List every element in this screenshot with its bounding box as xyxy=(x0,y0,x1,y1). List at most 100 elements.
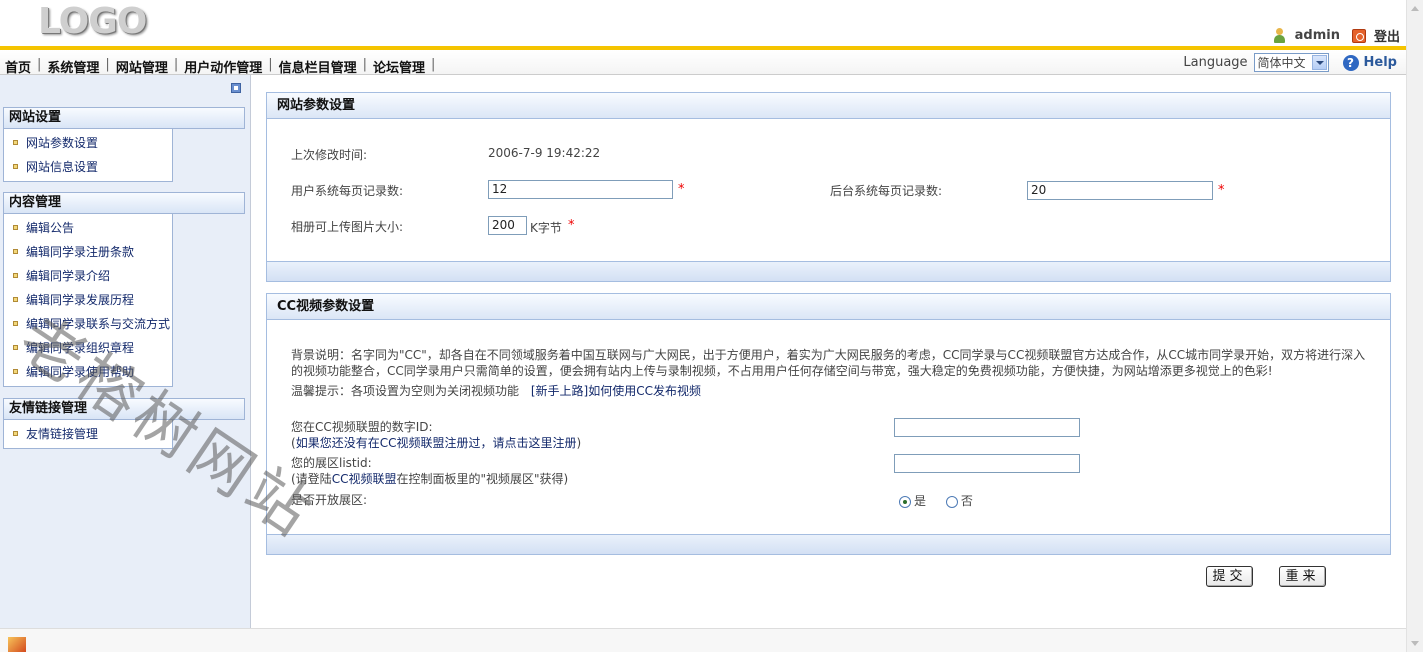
account-label-block: 您在CC视频联盟的数字ID: (如果您还没有在CC视频联盟注册过，请点击这里注册… xyxy=(291,419,581,451)
bullet-icon xyxy=(13,431,18,436)
main-content: 网站参数设置 上次修改时间: 2006-7-9 19:42:22 用户系统每页记… xyxy=(252,75,1406,628)
listid-input[interactable] xyxy=(894,454,1080,473)
bullet-icon xyxy=(13,369,18,374)
submit-button[interactable]: 提交 xyxy=(1206,566,1253,587)
collapse-sidebar-icon[interactable] xyxy=(231,83,241,93)
user-icon xyxy=(1273,28,1285,43)
album-size-unit: K字节 xyxy=(530,221,562,235)
sidebar-item-charter[interactable]: 编辑同学录组织章程 xyxy=(4,336,172,360)
cc-union-link[interactable]: CC视频联盟 xyxy=(332,472,397,486)
user-area: admin 登出 xyxy=(1273,26,1400,45)
album-size-label: 相册可上传图片大小: xyxy=(291,220,404,234)
sidebar-item-friend-links[interactable]: 友情链接管理 xyxy=(4,422,172,446)
required-mark: * xyxy=(1218,183,1225,198)
radio-yes[interactable] xyxy=(899,495,911,508)
language-select[interactable]: 简体中文 xyxy=(1253,53,1329,72)
language-label: Language xyxy=(1183,55,1248,70)
cc-account-input[interactable] xyxy=(894,418,1080,437)
album-size-input[interactable]: 200 xyxy=(488,216,527,235)
panel-footer xyxy=(267,261,1390,281)
sidebar-list: 网站参数设置 网站信息设置 xyxy=(3,129,173,182)
open-area-label: 是否开放展区: xyxy=(291,493,368,507)
admin-page-records-input[interactable]: 20 xyxy=(1027,181,1213,200)
open-area-radios: 是 否 xyxy=(899,492,973,509)
account-hint: (如果您还没有在CC视频联盟注册过，请点击这里注册) xyxy=(291,436,582,450)
nav-site[interactable]: 网站管理 xyxy=(111,57,173,76)
vertical-scrollbar[interactable] xyxy=(1406,0,1423,652)
logout-icon[interactable] xyxy=(1351,28,1366,43)
listid-label: 您的展区listid: xyxy=(291,456,372,470)
nav-system[interactable]: 系统管理 xyxy=(42,57,104,76)
logo: LOGO xyxy=(38,1,147,42)
sidebar-item-announcement[interactable]: 编辑公告 xyxy=(4,216,172,240)
bullet-icon xyxy=(13,273,18,278)
required-mark: * xyxy=(568,218,575,233)
sidebar-group-title[interactable]: 内容管理 xyxy=(3,192,245,214)
radio-no[interactable] xyxy=(945,495,958,508)
scroll-up-icon[interactable] xyxy=(1411,6,1419,11)
user-page-records-input[interactable]: 12 xyxy=(488,180,673,199)
sidebar-group-links: 友情链接管理 友情链接管理 xyxy=(3,398,245,449)
sidebar-item-history[interactable]: 编辑同学录发展历程 xyxy=(4,288,172,312)
sidebar-list: 友情链接管理 xyxy=(3,420,173,449)
bullet-icon xyxy=(13,225,18,230)
bullet-icon xyxy=(13,345,18,350)
sidebar-item-help[interactable]: 编辑同学录使用帮助 xyxy=(4,360,172,384)
sidebar-item-site-params[interactable]: 网站参数设置 xyxy=(4,131,172,155)
admin-page-records-label: 后台系统每页记录数: xyxy=(830,184,943,198)
panel-title: 网站参数设置 xyxy=(267,93,1390,119)
header: LOGO admin 登出 xyxy=(0,0,1406,46)
cc-video-panel: CC视频参数设置 背景说明：名字同为"CC"，却各自在不同领域服务着中国互联网与… xyxy=(266,293,1391,555)
nav-separator: | xyxy=(431,57,436,72)
sidebar-item-contact[interactable]: 编辑同学录联系与交流方式 xyxy=(4,312,172,336)
listid-label-block: 您的展区listid: (请登陆CC视频联盟在控制面板里的"视频展区"获得) xyxy=(291,455,568,487)
reset-button[interactable]: 重来 xyxy=(1279,566,1326,587)
account-label: 您在CC视频联盟的数字ID: xyxy=(291,420,433,434)
tip-link[interactable]: [新手上路]如何使用CC发布视频 xyxy=(531,384,701,398)
listid-hint: (请登陆CC视频联盟在控制面板里的"视频展区"获得) xyxy=(291,472,569,486)
help-link[interactable]: Help xyxy=(1364,55,1397,70)
radio-yes-label: 是 xyxy=(914,494,927,508)
sidebar-item-register-terms[interactable]: 编辑同学录注册条款 xyxy=(4,240,172,264)
logout-link[interactable]: 登出 xyxy=(1374,26,1400,45)
status-bar xyxy=(0,628,1406,652)
required-mark: * xyxy=(678,182,685,197)
sidebar-group-title[interactable]: 友情链接管理 xyxy=(3,398,245,420)
app-window: LOGO admin 登出 首页 | 系统管理 | 网站管理 | 用户动作管理 … xyxy=(0,0,1423,652)
nav-info-columns[interactable]: 信息栏目管理 xyxy=(274,57,362,76)
bullet-icon xyxy=(13,321,18,326)
panel-title: CC视频参数设置 xyxy=(267,294,1390,320)
language-area: Language 简体中文 ? Help xyxy=(1183,53,1397,72)
user-page-records-label: 用户系统每页记录数: xyxy=(291,184,404,198)
last-modified-value: 2006-7-9 19:42:22 xyxy=(488,146,601,160)
last-modified-label: 上次修改时间: xyxy=(291,148,368,162)
sidebar-item-intro[interactable]: 编辑同学录介绍 xyxy=(4,264,172,288)
nav-home[interactable]: 首页 xyxy=(0,57,36,76)
radio-no-label: 否 xyxy=(960,494,973,508)
bullet-icon xyxy=(13,140,18,145)
nav-forum[interactable]: 论坛管理 xyxy=(368,57,430,76)
help-icon[interactable]: ? xyxy=(1342,54,1359,71)
sidebar-list: 编辑公告 编辑同学录注册条款 编辑同学录介绍 编辑同学录发展历程 编辑同学录联系… xyxy=(3,214,173,387)
bullet-icon xyxy=(13,164,18,169)
nav-user-actions[interactable]: 用户动作管理 xyxy=(179,57,267,76)
tip-text: 温馨提示：各项设置为空则为关闭视频功能 xyxy=(291,384,520,398)
sidebar-group-title[interactable]: 网站设置 xyxy=(3,107,245,129)
background-description: 背景说明：名字同为"CC"，却各自在不同领域服务着中国互联网与广大网民，出于方便… xyxy=(291,348,1366,378)
site-params-panel: 网站参数设置 上次修改时间: 2006-7-9 19:42:22 用户系统每页记… xyxy=(266,92,1391,282)
status-icon xyxy=(8,637,26,652)
chevron-down-icon[interactable] xyxy=(1311,55,1327,70)
register-link[interactable]: 如果您还没有在CC视频联盟注册过，请点击这里注册 xyxy=(296,436,577,450)
panel-footer xyxy=(267,534,1390,554)
tip-line: 温馨提示：各项设置为空则为关闭视频功能 [新手上路]如何使用CC发布视频 xyxy=(291,383,701,399)
sidebar: 网站设置 网站参数设置 网站信息设置 内容管理 编辑公告 编辑同学录注册条款 编… xyxy=(0,75,251,628)
sidebar-group-site-settings: 网站设置 网站参数设置 网站信息设置 xyxy=(3,107,245,182)
sidebar-item-site-info[interactable]: 网站信息设置 xyxy=(4,155,172,179)
admin-username: admin xyxy=(1294,28,1340,43)
language-value: 简体中文 xyxy=(1257,56,1306,70)
bullet-icon xyxy=(13,297,18,302)
sidebar-group-content: 内容管理 编辑公告 编辑同学录注册条款 编辑同学录介绍 编辑同学录发展历程 编辑… xyxy=(3,192,245,387)
bullet-icon xyxy=(13,249,18,254)
scroll-down-icon[interactable] xyxy=(1411,641,1419,646)
main-menu-bar: 首页 | 系统管理 | 网站管理 | 用户动作管理 | 信息栏目管理 | 论坛管… xyxy=(0,46,1406,76)
